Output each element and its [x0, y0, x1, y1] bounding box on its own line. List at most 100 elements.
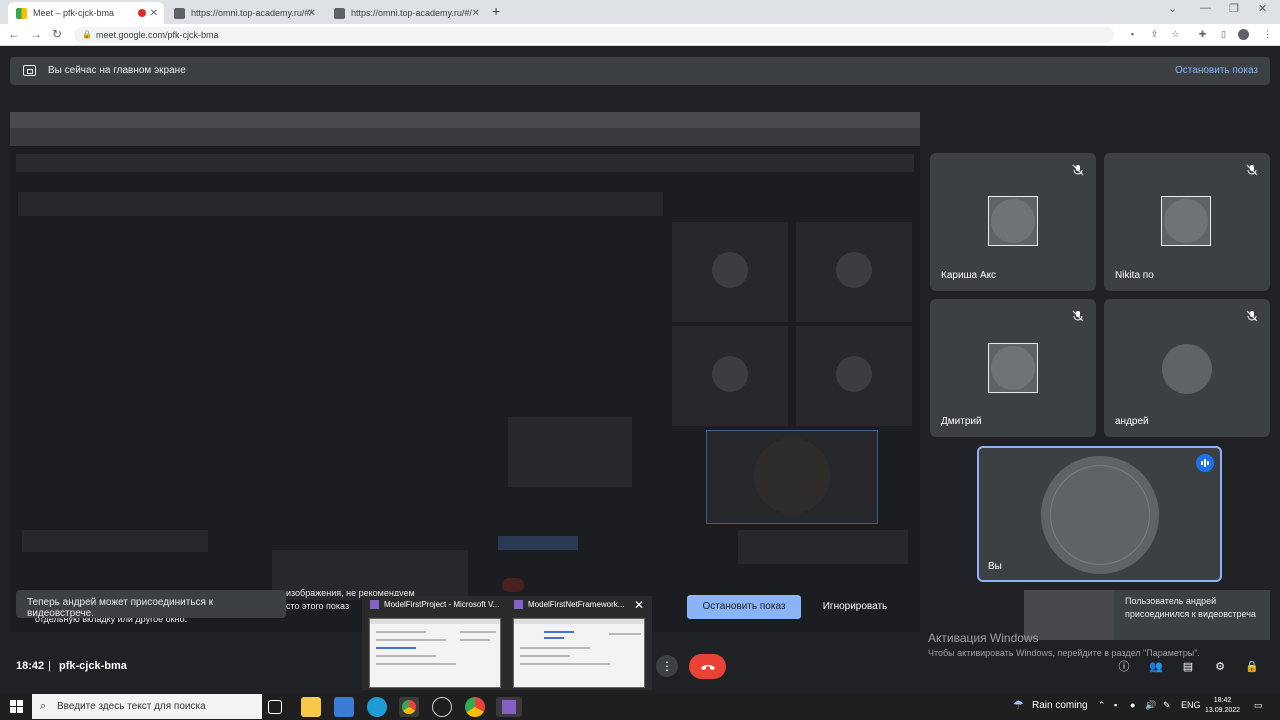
- close-tab-icon[interactable]: ✕: [150, 8, 158, 19]
- task-view-icon[interactable]: [268, 700, 282, 714]
- stop-presenting-button[interactable]: Остановить показ: [687, 595, 801, 619]
- chat-icon[interactable]: ▤: [1181, 660, 1195, 674]
- visual-studio-icon: [514, 600, 523, 610]
- participant-avatar: [988, 343, 1038, 393]
- people-icon[interactable]: 👥: [1149, 660, 1163, 674]
- back-arrow-icon[interactable]: ←: [8, 27, 20, 41]
- weather-icon: ☂: [1013, 698, 1024, 712]
- chrome-icon[interactable]: [399, 697, 419, 717]
- mirrored-avatar: [712, 252, 748, 288]
- lock-icon: 🔒: [82, 30, 92, 39]
- stop-presenting-link[interactable]: Остановить показ: [1175, 65, 1258, 76]
- mic-off-icon: [1246, 164, 1258, 176]
- participant-avatar: [1161, 196, 1211, 246]
- self-avatar: [1041, 456, 1159, 574]
- close-icon[interactable]: ✕: [634, 598, 644, 612]
- visual-studio-icon: [370, 600, 379, 610]
- window-preview[interactable]: [369, 618, 501, 688]
- notifications-icon[interactable]: ▭: [1254, 700, 1263, 711]
- taskbar-search-input[interactable]: ⌕ Введите здесь текст для поиска: [32, 694, 262, 719]
- search-placeholder: Введите здесь текст для поиска: [57, 701, 206, 712]
- join-toast: Теперь андрей может присоединиться к вид…: [16, 590, 286, 619]
- site-favicon-icon: [334, 7, 345, 19]
- recording-dot-icon: [138, 9, 146, 17]
- taskbar-time: 18:42: [1213, 697, 1232, 704]
- chevron-up-icon[interactable]: ⌃: [1098, 700, 1106, 711]
- activities-icon[interactable]: ⚙: [1213, 660, 1227, 674]
- separator: |: [48, 660, 51, 672]
- url-text: meet.google.com/pfk-cjck-bma: [96, 30, 219, 40]
- mirrored-address-bar: [10, 128, 920, 146]
- tab-omni-1[interactable]: https://omni.top-academy.ru/#/ ✕: [166, 2, 322, 24]
- mirrored-hangup: [502, 578, 524, 592]
- star-icon[interactable]: ☆: [1170, 29, 1181, 40]
- present-screen-icon: [23, 65, 36, 76]
- presenting-banner: Вы сейчас на главном экране Остановить п…: [10, 57, 1270, 85]
- visual-studio-taskbar-icon[interactable]: [496, 697, 522, 717]
- info-icon[interactable]: ⓘ: [1117, 660, 1131, 674]
- meeting-code: pfk-cjck-bma: [59, 660, 127, 672]
- file-explorer-icon[interactable]: [301, 697, 321, 717]
- self-name: Вы: [988, 561, 1002, 572]
- site-favicon-icon: [174, 7, 185, 19]
- host-controls-icon[interactable]: 🔒: [1245, 660, 1259, 674]
- minimize-button[interactable]: —: [1200, 2, 1211, 14]
- mic-tray-icon[interactable]: ●: [1130, 700, 1135, 710]
- edge-icon[interactable]: [367, 697, 387, 717]
- url-field[interactable]: 🔒 meet.google.com/pfk-cjck-bma: [74, 27, 1114, 43]
- self-tile[interactable]: Вы: [977, 446, 1222, 582]
- share-icon[interactable]: ⇪: [1149, 29, 1160, 40]
- volume-icon[interactable]: 🔊: [1145, 700, 1156, 711]
- mirrored-banner: [16, 154, 914, 172]
- taskbar-clock[interactable]: 18:42 13.09.2022: [1205, 696, 1240, 716]
- chrome-alt-icon[interactable]: [465, 697, 485, 717]
- forward-arrow-icon[interactable]: →: [30, 27, 42, 41]
- participant-tile[interactable]: Дмитрий: [930, 299, 1096, 437]
- new-tab-button[interactable]: +: [492, 3, 500, 19]
- hang-up-button[interactable]: [689, 654, 726, 679]
- tab-meet[interactable]: Meet – pfk-cjck-bma ✕: [8, 2, 164, 24]
- tab-omni-2[interactable]: https://omni.top-academy.ru/#/ ✕: [326, 2, 486, 24]
- window-preview[interactable]: [513, 618, 645, 688]
- windows-taskbar: ⌕ Введите здесь текст для поиска ☂ Rain …: [0, 693, 1280, 720]
- close-window-button[interactable]: ✕: [1258, 2, 1267, 15]
- participant-avatar: [1162, 344, 1212, 394]
- language-indicator[interactable]: ENG: [1181, 700, 1201, 710]
- menu-icon[interactable]: ⋮: [1262, 29, 1273, 40]
- mic-off-icon: [1072, 310, 1084, 322]
- weather-text[interactable]: Rain coming: [1032, 700, 1088, 711]
- mirrored-toast: [22, 530, 208, 552]
- pen-icon[interactable]: ✎: [1163, 700, 1171, 711]
- participant-tile[interactable]: андрей: [1104, 299, 1270, 437]
- camera-tray-icon[interactable]: ▪: [1114, 700, 1117, 710]
- participant-name: андрей: [1115, 416, 1149, 427]
- mirrored-present-button: [498, 536, 578, 550]
- taskbar-thumbnail-popup: ModelFirstProject - Microsoft V... Model…: [362, 596, 652, 690]
- obs-icon[interactable]: [432, 697, 452, 717]
- sidebar-icon[interactable]: ▯: [1218, 29, 1229, 40]
- thumbnail-title[interactable]: ModelFirstProject - Microsoft V...: [370, 600, 499, 610]
- join-notification: Пользователь андрей присоединился к виде…: [1024, 590, 1270, 640]
- maximize-button[interactable]: ❐: [1229, 2, 1239, 15]
- participant-name: Nikita по: [1115, 270, 1154, 281]
- mirrored-avatar: [712, 356, 748, 392]
- close-tab-icon[interactable]: ✕: [472, 8, 480, 19]
- mic-off-icon: [1246, 310, 1258, 322]
- more-options-button[interactable]: ⋮: [656, 655, 678, 677]
- banner-text: Вы сейчас на главном экране: [48, 65, 186, 76]
- camera-icon[interactable]: ▪: [1127, 29, 1138, 40]
- avatar[interactable]: [1238, 29, 1249, 40]
- close-tab-icon[interactable]: ✕: [308, 8, 316, 19]
- store-icon[interactable]: [334, 697, 354, 717]
- reload-icon[interactable]: ↻: [52, 27, 62, 41]
- thumbnail-title[interactable]: ModelFirstNetFramework...: [514, 600, 624, 610]
- mirrored-avatar: [836, 356, 872, 392]
- participant-tile[interactable]: Каришa Акс: [930, 153, 1096, 291]
- extensions-icon[interactable]: ✚: [1197, 29, 1208, 40]
- chevron-down-icon[interactable]: ⌄: [1168, 2, 1177, 15]
- windows-start-icon[interactable]: [10, 700, 23, 713]
- ignore-button[interactable]: Игнорировать: [813, 595, 897, 619]
- participant-tile[interactable]: Nikita по: [1104, 153, 1270, 291]
- activation-watermark-title: Активация Windows: [928, 631, 1039, 645]
- tab-title: https://omni.top-academy.ru/#/: [351, 8, 472, 18]
